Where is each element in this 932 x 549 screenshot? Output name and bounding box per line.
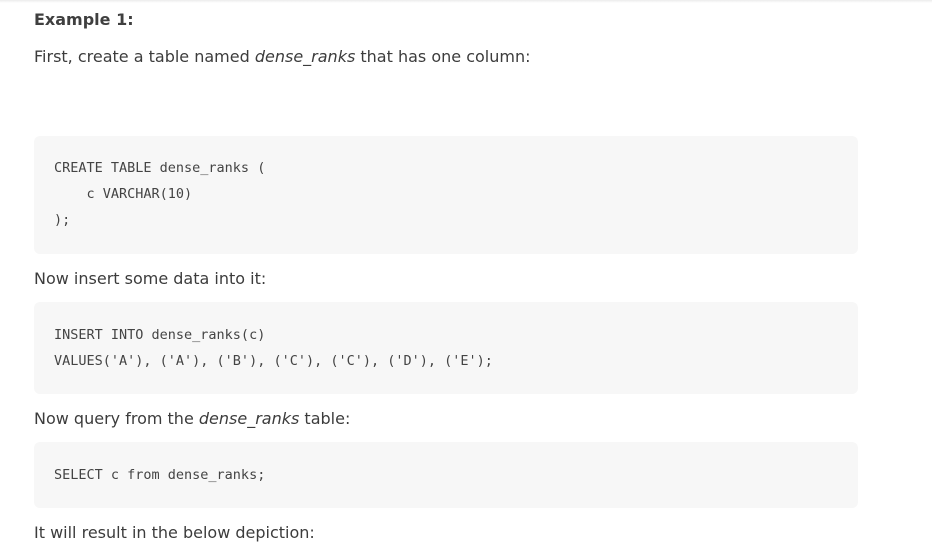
code-line: VALUES('A'), ('A'), ('B'), ('C'), ('C'),… bbox=[54, 353, 493, 369]
query-paragraph: Now query from the dense_ranks table: bbox=[34, 408, 350, 430]
code-line: SELECT c from dense_ranks; bbox=[54, 467, 266, 483]
intro-text-prefix: First, create a table named bbox=[34, 47, 255, 66]
code-line: c VARCHAR(10) bbox=[54, 186, 193, 202]
create-table-code[interactable]: CREATE TABLE dense_ranks ( c VARCHAR(10)… bbox=[54, 155, 265, 233]
query-text-suffix: table: bbox=[299, 409, 351, 428]
table-name-emphasis: dense_ranks bbox=[254, 47, 356, 66]
top-divider bbox=[0, 0, 932, 3]
table-name-emphasis: dense_ranks bbox=[198, 409, 300, 428]
query-text-prefix: Now query from the bbox=[34, 409, 199, 428]
code-line: CREATE TABLE dense_ranks ( bbox=[54, 160, 266, 176]
result-paragraph: It will result in the below depiction: bbox=[34, 523, 315, 542]
insert-code-block[interactable]: INSERT INTO dense_ranks(c) VALUES('A'), … bbox=[34, 302, 858, 394]
create-table-code-block[interactable]: CREATE TABLE dense_ranks ( c VARCHAR(10)… bbox=[34, 136, 858, 254]
select-code[interactable]: SELECT c from dense_ranks; bbox=[54, 462, 265, 488]
intro-text-suffix: that has one column: bbox=[355, 47, 531, 66]
insert-paragraph: Now insert some data into it: bbox=[34, 269, 267, 288]
insert-code[interactable]: INSERT INTO dense_ranks(c) VALUES('A'), … bbox=[54, 322, 493, 374]
code-line: ); bbox=[54, 212, 71, 228]
intro-paragraph: First, create a table named dense_ranks … bbox=[34, 46, 530, 68]
select-code-block[interactable]: SELECT c from dense_ranks; bbox=[34, 442, 858, 508]
example-heading: Example 1: bbox=[34, 10, 134, 29]
code-line: INSERT INTO dense_ranks(c) bbox=[54, 327, 266, 343]
